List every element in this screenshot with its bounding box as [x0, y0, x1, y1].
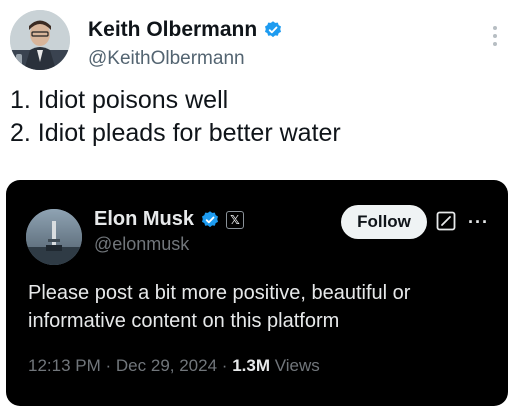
- quoted-tweet-line: Please post a bit more positive, beautif…: [28, 282, 411, 304]
- outer-tweet-header: Keith Olbermann @KeithOlbermann: [10, 10, 502, 74]
- quoted-handle[interactable]: @elonmusk: [94, 234, 189, 255]
- quoted-tweet-text: Please post a bit more positive, beautif…: [28, 279, 410, 335]
- outer-tweet-line: 1. Idiot poisons well: [10, 86, 229, 114]
- quoted-author-name[interactable]: Elon Musk: [94, 208, 194, 231]
- outer-author-name[interactable]: Keith Olbermann: [88, 18, 257, 42]
- outer-handle[interactable]: @KeithOlbermann: [88, 48, 245, 70]
- grok-icon[interactable]: [436, 211, 456, 231]
- x-affiliation-icon: 𝕏: [226, 210, 245, 229]
- tweet-time[interactable]: 12:13 PM: [28, 356, 101, 375]
- outer-tweet-text: 1. Idiot poisons well 2. Idiot pleads fo…: [10, 84, 341, 150]
- more-options-icon[interactable]: ···: [468, 212, 489, 233]
- quoted-tweet-card[interactable]: Elon Musk 𝕏 @elonmusk Follow ··· Please …: [6, 180, 508, 406]
- tweet-meta: 12:13 PM · Dec 29, 2024 · 1.3M Views: [28, 356, 320, 376]
- outer-name-row: Keith Olbermann: [88, 18, 283, 42]
- outer-tweet-line: 2. Idiot pleads for better water: [10, 119, 341, 147]
- verified-badge-icon: [200, 210, 220, 230]
- more-options-icon[interactable]: [492, 26, 498, 50]
- views-count[interactable]: 1.3M: [232, 356, 270, 375]
- avatar-elon-musk[interactable]: [26, 209, 82, 265]
- meta-separator: ·: [221, 356, 228, 375]
- tweet-date[interactable]: Dec 29, 2024: [116, 356, 217, 375]
- follow-button[interactable]: Follow: [341, 205, 427, 239]
- meta-separator: ·: [105, 356, 112, 375]
- views-label: Views: [274, 356, 320, 375]
- inner-name-row: Elon Musk 𝕏: [94, 208, 245, 231]
- verified-badge-icon: [263, 20, 283, 40]
- quoted-tweet-line: informative content on this platform: [28, 310, 340, 332]
- avatar-keith-olbermann[interactable]: [10, 10, 70, 70]
